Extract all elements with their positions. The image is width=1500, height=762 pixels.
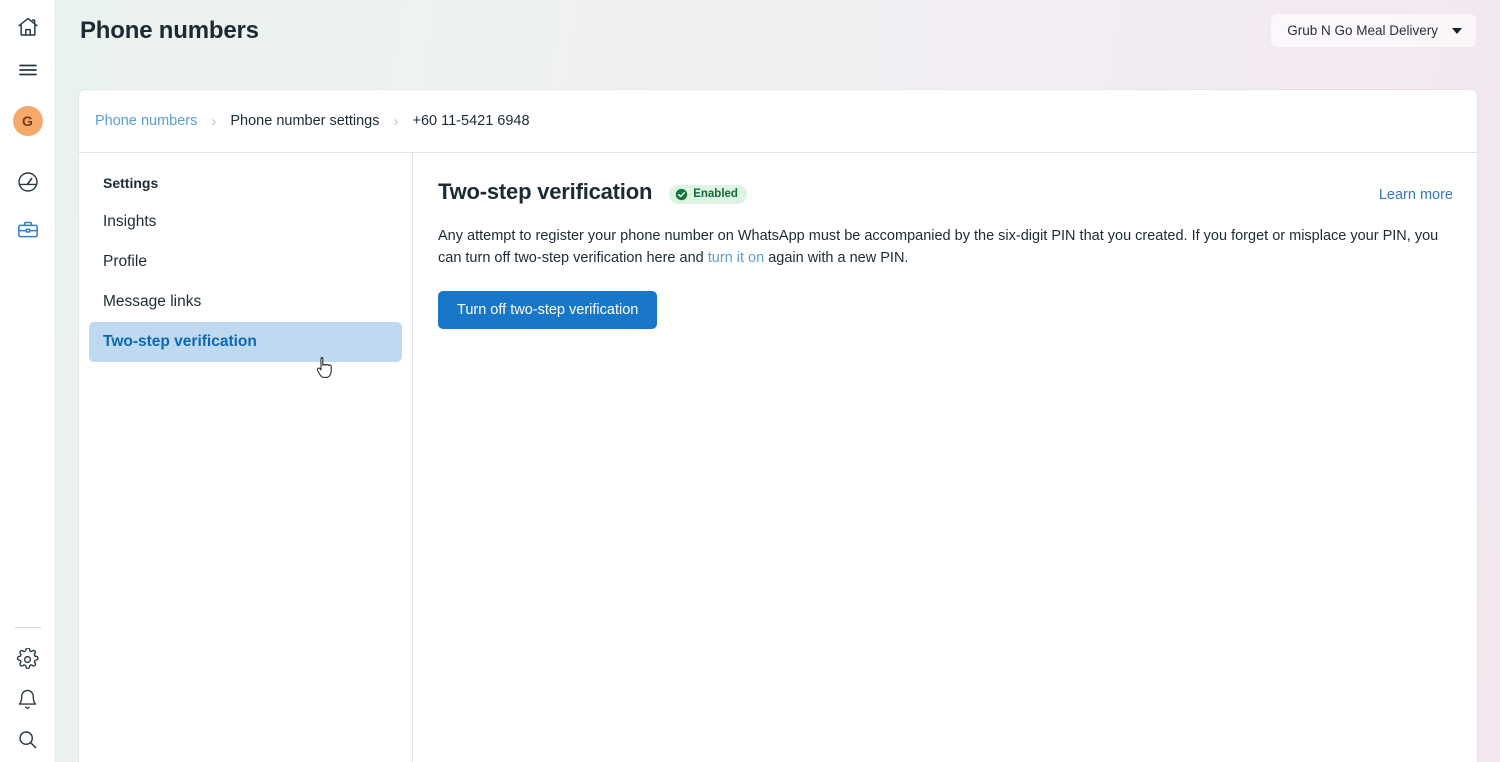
sidebar-item-two-step-verification[interactable]: Two-step verification (89, 322, 402, 362)
search-icon[interactable] (8, 719, 48, 759)
breadcrumb: Phone numbers › Phone number settings › … (79, 90, 1477, 152)
bell-icon[interactable] (8, 679, 48, 719)
content-card: Phone numbers › Phone number settings › … (79, 90, 1477, 762)
description-text: Any attempt to register your phone numbe… (438, 225, 1453, 269)
avatar[interactable]: G (12, 106, 43, 136)
chevron-right-icon: › (393, 112, 399, 130)
settings-nav-heading: Settings (103, 175, 159, 191)
content-header: Two-step verification Enabled Learn more (438, 179, 1453, 205)
sidebar-item-message-links[interactable]: Message links (89, 282, 402, 322)
business-icon[interactable] (8, 210, 48, 250)
section-title: Two-step verification (438, 179, 653, 204)
check-circle-icon (676, 188, 688, 200)
app-root: G Phone numbers Grub N Go Meal Delivery … (0, 0, 1500, 762)
learn-more-link[interactable]: Learn more (1379, 182, 1453, 203)
breadcrumb-item-phone-number-settings[interactable]: Phone number settings (230, 113, 379, 129)
content-header-left: Two-step verification Enabled (438, 179, 747, 205)
account-switcher-label: Grub N Go Meal Delivery (1287, 23, 1438, 38)
account-switcher-dropdown[interactable]: Grub N Go Meal Delivery (1271, 14, 1476, 47)
breadcrumb-item-current-number: +60 11-5421 6948 (412, 113, 530, 129)
chevron-down-icon (1452, 27, 1462, 34)
sidebar-item-insights[interactable]: Insights (89, 202, 402, 242)
description-part-1: Any attempt to register your phone numbe… (438, 228, 1439, 266)
page-title: Phone numbers (80, 17, 259, 44)
home-icon[interactable] (8, 7, 48, 47)
settings-content-panel: Two-step verification Enabled Learn more (413, 153, 1477, 762)
turn-it-on-link[interactable]: turn it on (708, 250, 764, 266)
description-part-2: again with a new PIN. (764, 250, 909, 266)
gear-icon[interactable] (8, 639, 48, 679)
main-area: Phone numbers Grub N Go Meal Delivery Ph… (56, 0, 1500, 762)
menu-icon[interactable] (8, 50, 48, 90)
left-nav-rail: G (0, 0, 56, 762)
dashboard-icon[interactable] (8, 162, 48, 202)
status-badge-label: Enabled (693, 188, 738, 200)
card-body: Settings Insights Profile Message links … (79, 152, 1477, 762)
breadcrumb-item-phone-numbers[interactable]: Phone numbers (95, 113, 197, 129)
chevron-right-icon: › (211, 112, 217, 130)
top-bar: Phone numbers Grub N Go Meal Delivery (56, 0, 1500, 90)
settings-nav: Settings Insights Profile Message links … (79, 153, 413, 762)
sidebar-item-profile[interactable]: Profile (89, 242, 402, 282)
rail-divider (14, 627, 41, 628)
status-badge: Enabled (669, 184, 747, 204)
turn-off-two-step-verification-button[interactable]: Turn off two-step verification (438, 291, 658, 329)
avatar-initial: G (21, 113, 34, 129)
